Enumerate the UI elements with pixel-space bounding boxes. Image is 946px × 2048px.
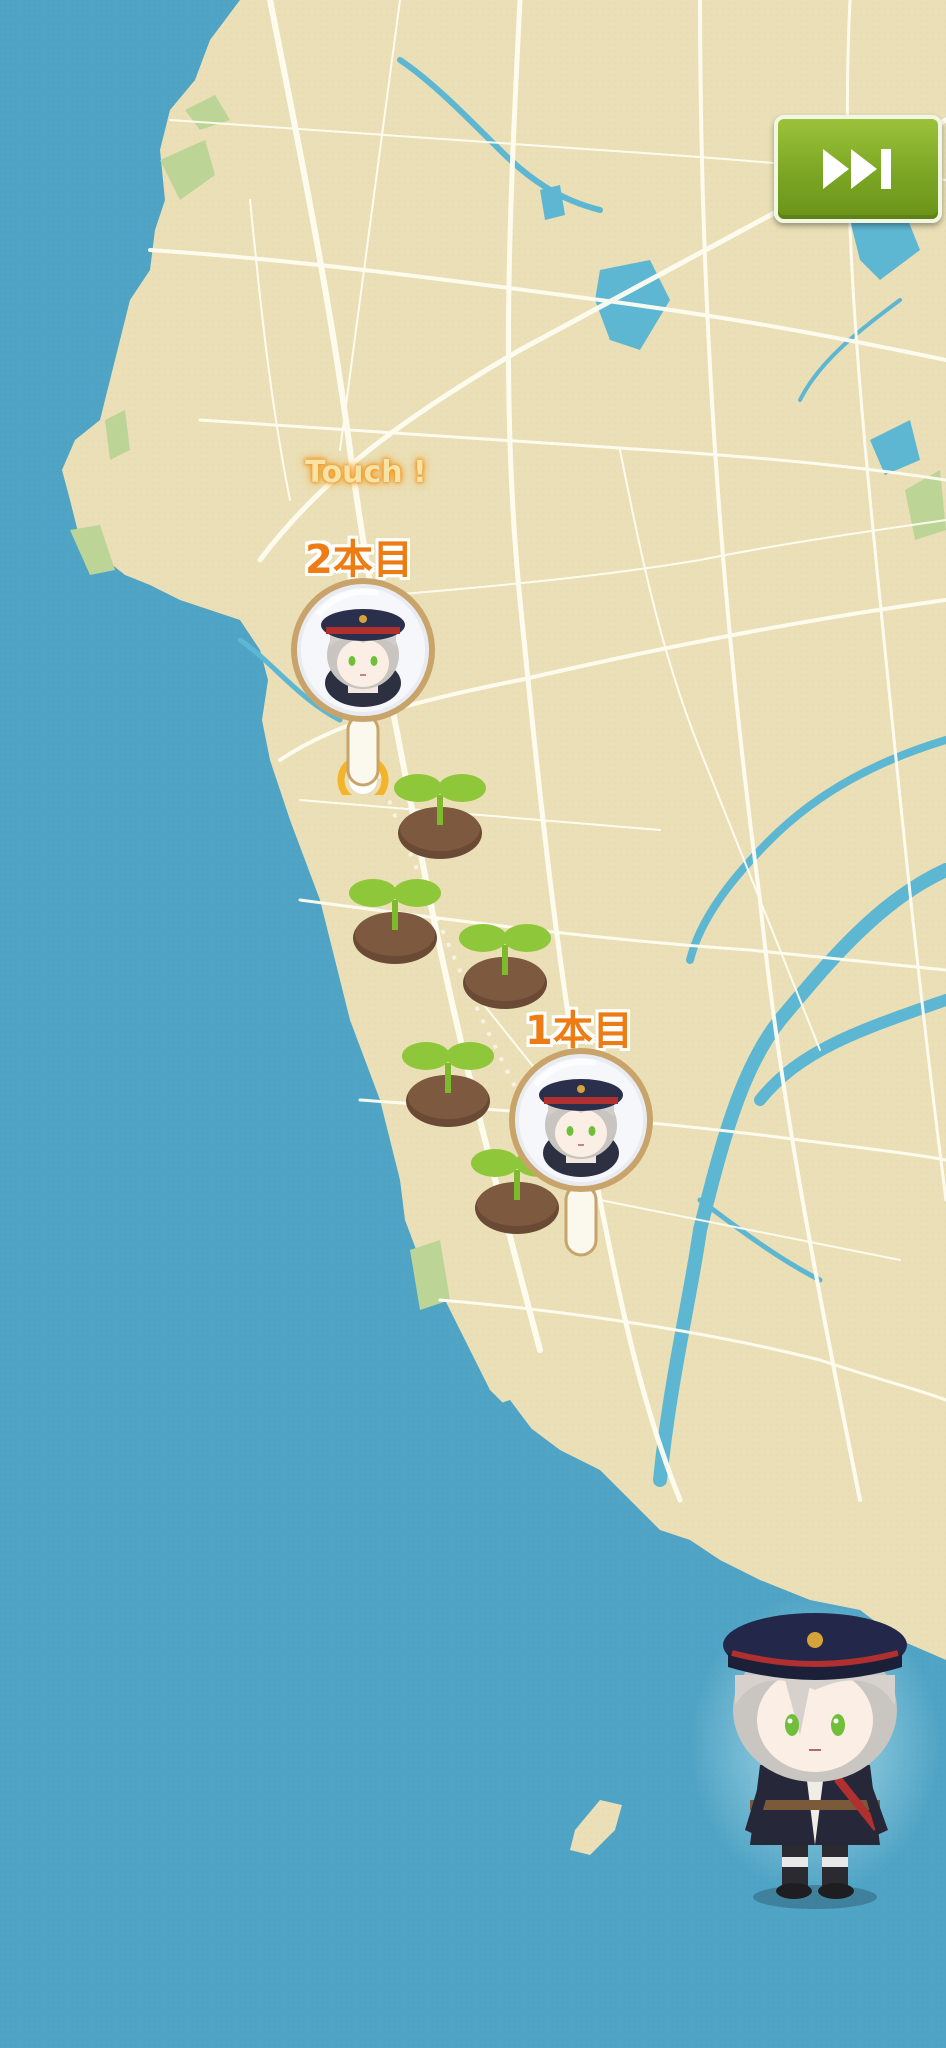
skip-button[interactable] — [774, 115, 942, 223]
chibi-character-icon[interactable] — [690, 1585, 940, 1915]
map-pin-2[interactable] — [288, 575, 438, 795]
game-map-screen: Touch ! 2本目 1本目 — [0, 0, 946, 2048]
character-portrait-icon — [321, 609, 405, 707]
fast-forward-icon — [823, 149, 891, 189]
map-pin-1[interactable] — [506, 1045, 656, 1265]
sprout-icon — [349, 879, 441, 964]
sprout-icon — [402, 1042, 494, 1127]
character-portrait-icon — [539, 1079, 623, 1177]
touch-prompt: Touch ! — [305, 455, 427, 490]
